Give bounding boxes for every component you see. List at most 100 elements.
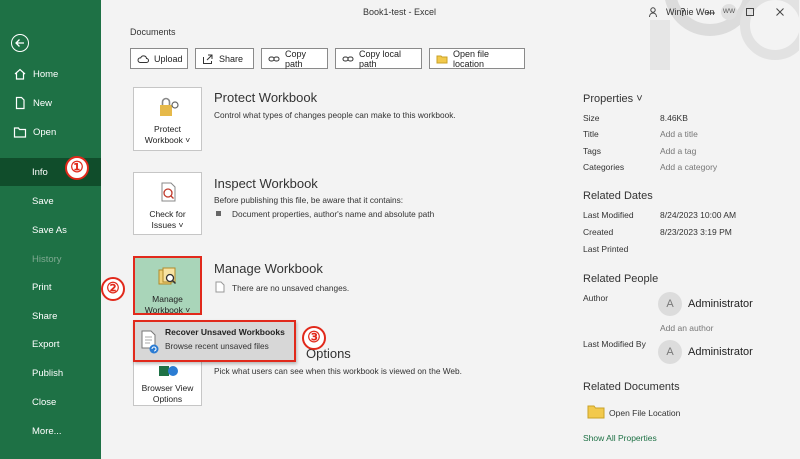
prop-key-categories: Categories xyxy=(583,162,625,172)
copy-local-path-label: Copy local path xyxy=(359,48,402,69)
protect-card-line2: Workbook ˅ xyxy=(144,135,191,145)
folder-icon xyxy=(436,53,448,65)
show-all-properties-link[interactable]: Show All Properties xyxy=(583,433,657,443)
copy-local-path-button[interactable]: Copy local path xyxy=(335,48,422,69)
inspect-workbook-title: Inspect Workbook xyxy=(214,176,318,191)
bullet-square xyxy=(216,211,221,216)
step-badge-3: ③ xyxy=(302,326,326,350)
manage-card-line1: Manage xyxy=(152,294,183,304)
prop-key-tags: Tags xyxy=(583,146,601,156)
browser-view-icon xyxy=(157,365,179,380)
recover-title: Recover Unsaved Workbooks xyxy=(165,327,285,337)
avatar: A xyxy=(658,292,682,316)
step-badge-1: ① xyxy=(65,156,89,180)
minimize-icon[interactable] xyxy=(705,6,717,18)
sidebar-item-share[interactable]: Share xyxy=(0,302,101,330)
author-person[interactable]: A Administrator xyxy=(658,292,753,316)
step-badge-2: ② xyxy=(101,277,125,301)
prop-value-title[interactable]: Add a title xyxy=(660,129,698,139)
sidebar-item-save-as[interactable]: Save As xyxy=(0,216,101,244)
sidebar-item-label: Home xyxy=(33,68,59,80)
modifier-person[interactable]: A Administrator xyxy=(658,340,753,364)
browser-card-line2: Options xyxy=(152,394,183,404)
backstage-sidebar: Home New Open Info Save Save As History … xyxy=(0,0,101,459)
modifier-name: Administrator xyxy=(688,346,753,358)
sidebar-item-label: Print xyxy=(32,281,52,293)
recover-unsaved-workbooks-menu-item[interactable]: Recover Unsaved Workbooks Browse recent … xyxy=(133,320,296,362)
sidebar-item-label: Open xyxy=(33,126,57,138)
sidebar-item-home[interactable]: Home xyxy=(0,60,101,88)
sidebar-item-more[interactable]: More... xyxy=(0,417,101,445)
open-file-location-link[interactable]: Open File Location xyxy=(609,408,680,418)
sidebar-item-publish[interactable]: Publish xyxy=(0,359,101,387)
add-author-link[interactable]: Add an author xyxy=(660,323,713,333)
manage-workbook-button[interactable]: Manage Workbook ˅ xyxy=(133,256,202,315)
sidebar-item-label: Share xyxy=(32,310,58,322)
link-icon xyxy=(342,53,354,65)
upload-label: Upload xyxy=(154,53,183,64)
protect-workbook-button[interactable]: Protect Workbook ˅ xyxy=(133,87,202,151)
check-for-issues-button[interactable]: Check for Issues ˅ xyxy=(133,172,202,235)
author-label: Author xyxy=(583,293,609,303)
upload-button[interactable]: Upload xyxy=(130,48,188,69)
prop-key-title: Title xyxy=(583,129,599,139)
last-modified-by-label: Last Modified By xyxy=(583,339,646,349)
share-button[interactable]: Share xyxy=(195,48,254,69)
inspect-card-line1: Check for xyxy=(149,209,186,219)
share-icon xyxy=(202,53,214,65)
copy-path-button[interactable]: Copy path xyxy=(261,48,328,69)
manage-workbook-icon xyxy=(157,266,179,291)
lock-key-icon xyxy=(156,96,180,121)
svg-text:?: ? xyxy=(680,6,686,18)
inspect-workbook-desc: Before publishing this file, be aware th… xyxy=(214,195,404,205)
title-bar: Book1-test - Excel Winnie Wen WW ? xyxy=(101,0,800,26)
sidebar-item-new[interactable]: New xyxy=(0,89,101,117)
sidebar-item-label: New xyxy=(33,97,53,109)
browser-card-line1: Browser View xyxy=(141,383,194,393)
new-document-icon xyxy=(13,96,27,110)
sidebar-item-save[interactable]: Save xyxy=(0,187,101,215)
related-people-header: Related People xyxy=(583,273,659,285)
sidebar-item-export[interactable]: Export xyxy=(0,330,101,358)
manage-workbook-title: Manage Workbook xyxy=(214,261,323,276)
documents-label: Documents xyxy=(130,27,176,37)
prop-value-categories[interactable]: Add a category xyxy=(660,162,717,172)
date-key-last-printed: Last Printed xyxy=(583,244,629,254)
manage-card-line2: Workbook ˅ xyxy=(144,305,191,315)
properties-header[interactable]: Properties ˅ xyxy=(583,93,643,105)
date-key-created: Created xyxy=(583,227,614,237)
sidebar-item-label: Export xyxy=(32,338,60,350)
related-dates-header: Related Dates xyxy=(583,190,653,202)
recover-subtitle: Browse recent unsaved files xyxy=(165,341,269,351)
cloud-upload-icon xyxy=(137,53,149,65)
prop-value-tags[interactable]: Add a tag xyxy=(660,146,696,156)
back-arrow-icon[interactable] xyxy=(11,34,29,52)
close-icon[interactable] xyxy=(774,6,786,18)
open-file-location-button[interactable]: Open file location xyxy=(429,48,525,69)
protect-workbook-title: Protect Workbook xyxy=(214,90,318,105)
author-name: Administrator xyxy=(688,298,753,310)
browser-view-options-desc: Pick what users can see when this workbo… xyxy=(214,366,462,376)
sidebar-item-label: Close xyxy=(32,396,57,408)
inspect-document-icon xyxy=(157,181,179,206)
protect-card-line1: Protect xyxy=(154,124,181,134)
sidebar-item-close[interactable]: Close xyxy=(0,388,101,416)
share-label: Share xyxy=(219,53,244,64)
related-documents-header: Related Documents xyxy=(583,381,680,393)
date-value-created: 8/23/2023 3:19 PM xyxy=(660,227,732,237)
sidebar-item-open[interactable]: Open xyxy=(0,118,101,146)
sidebar-item-print[interactable]: Print xyxy=(0,273,101,301)
inspect-card-line2: Issues ˅ xyxy=(151,220,184,230)
copy-path-label: Copy path xyxy=(285,48,307,69)
document-icon xyxy=(215,281,225,293)
link-icon xyxy=(268,53,280,65)
manage-workbook-desc: There are no unsaved changes. xyxy=(232,283,350,293)
help-icon[interactable]: ? xyxy=(677,6,689,19)
sidebar-item-label: Save xyxy=(32,195,54,207)
maximize-icon[interactable] xyxy=(744,6,756,18)
folder-icon xyxy=(587,404,605,419)
feedback-icon[interactable] xyxy=(648,6,660,18)
window-title: Book1-test - Excel xyxy=(363,7,437,17)
avatar[interactable]: WW xyxy=(721,4,737,20)
date-value-last-modified: 8/24/2023 10:00 AM xyxy=(660,210,737,220)
